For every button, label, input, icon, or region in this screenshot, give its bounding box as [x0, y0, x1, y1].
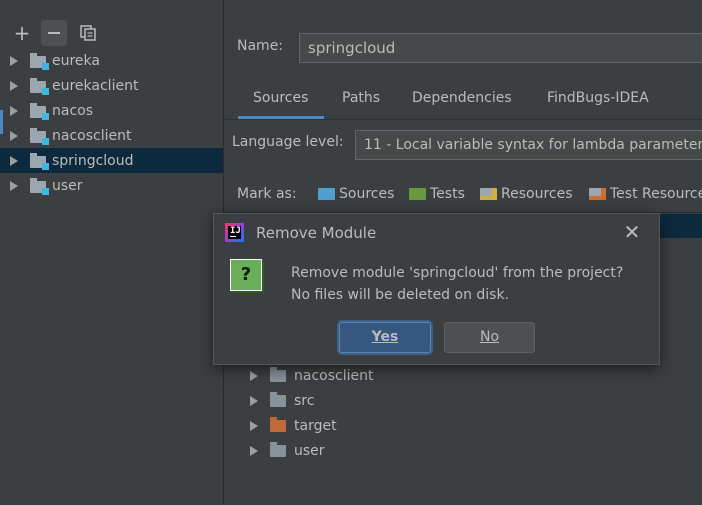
- folder-icon: [270, 441, 286, 457]
- tab-findbugs-idea[interactable]: FindBugs-IDEA: [547, 90, 649, 106]
- expand-arrow-icon[interactable]: [250, 420, 258, 431]
- mark-as-sources-label: Sources: [339, 186, 395, 202]
- module-folder-icon: [30, 152, 49, 170]
- excluded-folder-icon: [270, 416, 286, 432]
- tab-paths[interactable]: Paths: [342, 90, 380, 106]
- mark-as-sources-button[interactable]: Sources: [318, 186, 394, 202]
- module-row-user[interactable]: user: [0, 173, 223, 198]
- intellij-logo-icon: IJ: [225, 223, 244, 242]
- content-row-label: src: [294, 392, 315, 409]
- name-label: Name:: [237, 38, 284, 54]
- module-folder-icon: [30, 52, 49, 70]
- module-row-nacos[interactable]: nacos: [0, 98, 223, 123]
- dialog-message: Remove module 'springcloud' from the pro…: [291, 265, 624, 281]
- tab-dependencies[interactable]: Dependencies: [412, 90, 512, 106]
- module-label: eurekaclient: [52, 77, 139, 94]
- content-row-label: user: [294, 442, 325, 459]
- module-name-input[interactable]: springcloud: [299, 33, 702, 63]
- expand-arrow-icon[interactable]: [10, 180, 18, 191]
- module-row-nacosclient[interactable]: nacosclient: [0, 123, 223, 148]
- no-button-label: No: [479, 329, 500, 345]
- module-label: springcloud: [52, 152, 134, 169]
- expand-arrow-icon[interactable]: [250, 370, 258, 381]
- add-module-button[interactable]: +: [9, 20, 35, 46]
- module-label: eureka: [52, 52, 100, 69]
- mark-as-resources-button[interactable]: Resources: [480, 186, 573, 202]
- yes-button[interactable]: Yes: [339, 322, 431, 353]
- tab-sources[interactable]: Sources: [253, 90, 308, 106]
- folder-icon: [270, 391, 286, 407]
- module-folder-icon: [30, 127, 49, 145]
- copy-module-button[interactable]: [75, 20, 101, 46]
- content-row-nacosclient[interactable]: nacosclient: [250, 363, 373, 388]
- dialog-submessage: No files will be deleted on disk.: [291, 287, 510, 303]
- resources-folder-icon: [480, 188, 497, 200]
- remove-module-dialog: IJ Remove Module ✕ ? Remove module 'spri…: [213, 213, 660, 365]
- no-button[interactable]: No: [444, 322, 535, 353]
- expand-arrow-icon[interactable]: [10, 80, 18, 91]
- dialog-title: Remove Module: [256, 224, 377, 242]
- question-icon: ?: [230, 259, 262, 291]
- module-row-eureka[interactable]: eureka: [0, 48, 223, 73]
- mark-as-tests-label: Tests: [430, 186, 465, 202]
- module-label: nacos: [52, 102, 94, 119]
- module-row-eurekaclient[interactable]: eurekaclient: [0, 73, 223, 98]
- content-row-label: target: [294, 417, 337, 434]
- expand-arrow-icon[interactable]: [10, 55, 18, 66]
- logo-text: IJ: [230, 226, 241, 236]
- copy-icon: [80, 25, 96, 41]
- test-resources-folder-icon: [589, 188, 606, 200]
- expand-arrow-icon[interactable]: [250, 395, 258, 406]
- module-label: nacosclient: [52, 127, 132, 144]
- module-row-springcloud[interactable]: springcloud: [0, 148, 223, 173]
- tests-folder-icon: [409, 188, 426, 200]
- content-row-user[interactable]: user: [250, 438, 325, 463]
- module-folder-icon: [30, 177, 49, 195]
- tabs-divider: [224, 119, 702, 120]
- language-level-label: Language level:: [232, 134, 344, 150]
- language-level-select[interactable]: 11 - Local variable syntax for lambda pa…: [355, 130, 702, 160]
- content-row-label: nacosclient: [294, 367, 374, 384]
- expand-arrow-icon[interactable]: [10, 130, 18, 141]
- expand-arrow-icon[interactable]: [10, 105, 18, 116]
- minus-icon: [48, 32, 60, 34]
- content-root-selection: [660, 214, 702, 238]
- module-label: user: [52, 177, 83, 194]
- mark-as-test-resources-button[interactable]: Test Resources: [589, 186, 702, 202]
- plus-icon: +: [13, 21, 31, 45]
- folder-icon: [270, 366, 286, 382]
- remove-module-button[interactable]: [41, 20, 67, 46]
- module-folder-icon: [30, 77, 49, 95]
- sources-folder-icon: [318, 188, 335, 200]
- content-row-target[interactable]: target: [250, 413, 337, 438]
- mark-as-test-resources-label: Test Resources: [610, 186, 702, 202]
- yes-button-label: Yes: [371, 329, 399, 345]
- expand-arrow-icon[interactable]: [250, 445, 258, 456]
- mark-as-tests-button[interactable]: Tests: [409, 186, 465, 202]
- module-folder-icon: [30, 102, 49, 120]
- content-row-src[interactable]: src: [250, 388, 314, 413]
- expand-arrow-icon[interactable]: [10, 155, 18, 166]
- mark-as-resources-label: Resources: [501, 186, 573, 202]
- close-icon[interactable]: ✕: [622, 220, 642, 244]
- mark-as-label: Mark as:: [237, 186, 297, 202]
